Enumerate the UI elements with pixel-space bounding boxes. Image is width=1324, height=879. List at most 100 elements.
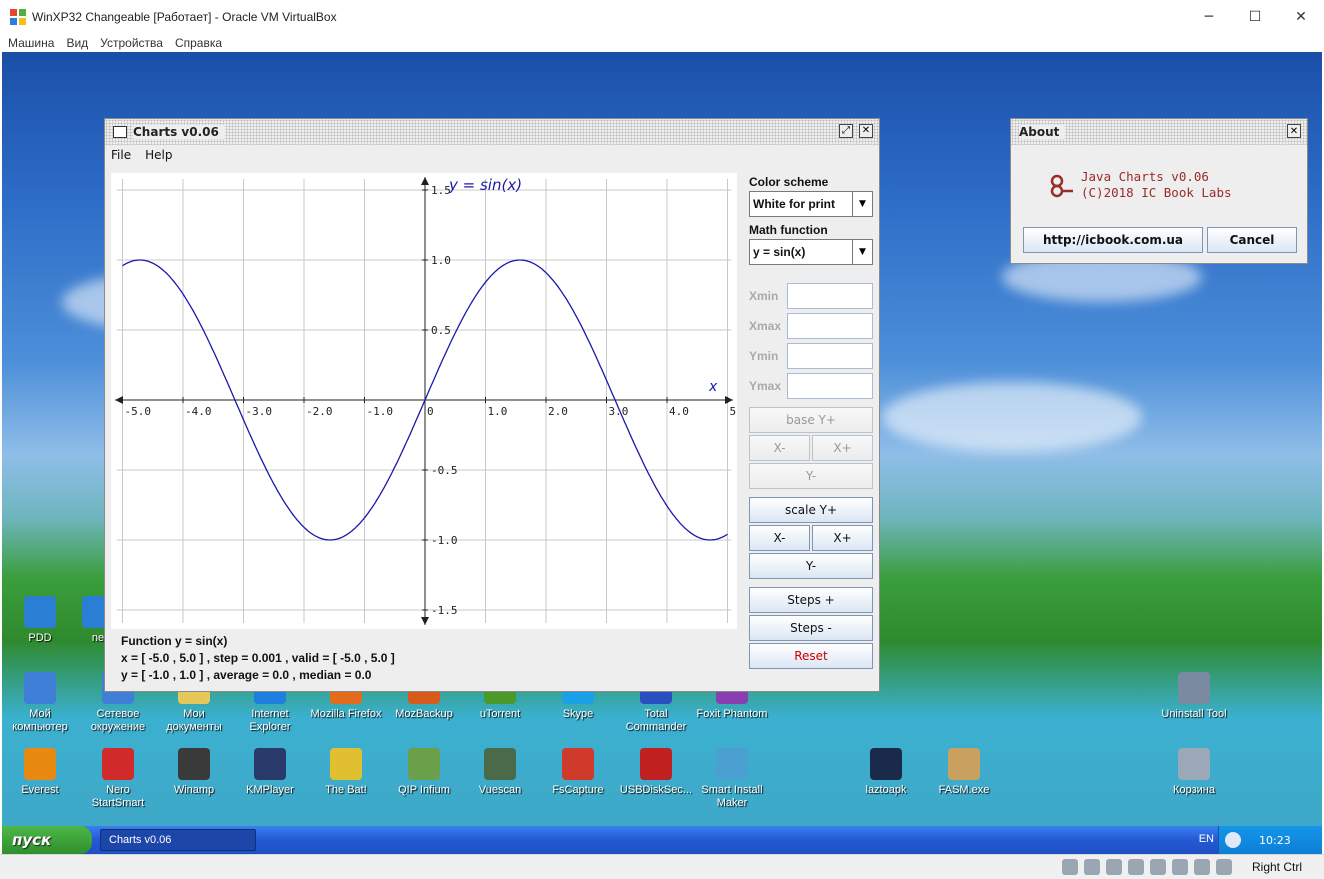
guest-desktop: PDD ne Мой компьютер Сетевое окружение Мои д… bbox=[2, 52, 1322, 826]
chevron-down-icon[interactable]: ▼ bbox=[852, 192, 872, 216]
url-button[interactable]: http://icbook.com.ua bbox=[1023, 227, 1203, 253]
xmin-input[interactable] bbox=[787, 283, 873, 309]
y-tick-label: -1.0 bbox=[431, 534, 458, 547]
desktop-icon-label: Everest bbox=[21, 784, 59, 796]
charts-titlebar[interactable]: Charts v0.06 ⤢ ✕ bbox=[105, 119, 879, 145]
close-button[interactable]: ✕ bbox=[1278, 0, 1324, 34]
color-scheme-value: White for print bbox=[753, 197, 835, 211]
language-indicator[interactable]: EN bbox=[1199, 833, 1214, 845]
menu-file[interactable]: File bbox=[111, 148, 131, 162]
scale-yplus-button[interactable]: scale Y+ bbox=[749, 497, 873, 523]
host-key-icon[interactable] bbox=[1216, 859, 1232, 875]
about-close-icon[interactable]: ✕ bbox=[1287, 124, 1301, 138]
menu-view[interactable]: Вид bbox=[66, 36, 88, 50]
x-axis-label: x bbox=[708, 379, 718, 395]
optical-drive-icon[interactable] bbox=[1084, 859, 1100, 875]
color-scheme-select[interactable]: White for print ▼ bbox=[749, 191, 873, 217]
menu-help-charts[interactable]: Help bbox=[145, 148, 172, 162]
scale-yminus-button[interactable]: Y- bbox=[749, 553, 873, 579]
desktop-icon-label: Мой компьютер bbox=[12, 708, 68, 733]
steps-minus-button[interactable]: Steps - bbox=[749, 615, 873, 641]
base-yplus-button[interactable]: base Y+ bbox=[749, 407, 873, 433]
display-icon[interactable] bbox=[1172, 859, 1188, 875]
x-tick-label: 0 bbox=[427, 405, 434, 418]
desktop-icon-the-bat[interactable]: The Bat! bbox=[308, 748, 384, 797]
y-tick-label: -1.5 bbox=[431, 604, 458, 617]
about-copyright: (C)2018 IC Book Labs bbox=[1081, 185, 1232, 200]
desktop-icon-label: Корзина bbox=[1173, 784, 1215, 796]
desktop-icon-usbdisksec[interactable]: USBDiskSec... bbox=[618, 748, 694, 797]
desktop-icon-fscapture[interactable]: FsCapture bbox=[540, 748, 616, 797]
desktop-icon-vuescan[interactable]: Vuescan bbox=[462, 748, 538, 797]
base-xminus-button[interactable]: X- bbox=[749, 435, 810, 461]
x-tick-label: 4.0 bbox=[669, 405, 689, 418]
x-axis-arrow-left bbox=[115, 396, 123, 404]
x-tick-label: -2.0 bbox=[306, 405, 333, 418]
menu-devices[interactable]: Устройства bbox=[100, 36, 163, 50]
charts-window: Charts v0.06 ⤢ ✕ File Help -5.0 -4.0 -3.0 -… bbox=[104, 118, 880, 692]
hdd-icon[interactable] bbox=[1062, 859, 1078, 875]
desktop-icon-label: QIP Infium bbox=[398, 784, 450, 796]
мой-компьютер-icon bbox=[24, 672, 56, 704]
desktop-icon-fasm-exe[interactable]: FASM.exe bbox=[926, 748, 1002, 797]
x-axis-arrow-right bbox=[725, 396, 733, 404]
desktop-icon-kmplayer[interactable]: KMPlayer bbox=[232, 748, 308, 797]
y-tick-label: 1.0 bbox=[431, 254, 451, 267]
desktop-icon-nero-startsmart[interactable]: Nero StartSmart bbox=[80, 748, 156, 810]
maximize-button[interactable]: ☐ bbox=[1232, 0, 1278, 34]
laztoapk-icon bbox=[870, 748, 902, 780]
chevron-down-icon[interactable]: ▼ bbox=[852, 240, 872, 264]
system-tray: 10:23 bbox=[1218, 826, 1322, 854]
everest-icon bbox=[24, 748, 56, 780]
menu-help[interactable]: Справка bbox=[175, 36, 222, 50]
shared-folder-icon[interactable] bbox=[1150, 859, 1166, 875]
mouse-integration-icon[interactable] bbox=[1194, 859, 1210, 875]
desktop-icon-label: Internet Explorer bbox=[249, 708, 291, 733]
minimize-button[interactable]: ─ bbox=[1186, 0, 1232, 34]
usb-icon[interactable] bbox=[1106, 859, 1122, 875]
the-bat-icon bbox=[330, 748, 362, 780]
taskbar-item-charts[interactable]: Charts v0.06 bbox=[100, 829, 256, 851]
tray-arrow-icon[interactable] bbox=[1225, 832, 1241, 848]
x-tick-label: 1.0 bbox=[488, 405, 508, 418]
y-tick-label: -0.5 bbox=[431, 464, 458, 477]
desktop-icon-корзина[interactable]: Корзина bbox=[1156, 748, 1232, 797]
desktop-icon-uninstall-tool[interactable]: Uninstall Tool bbox=[1156, 672, 1232, 721]
ymin-input[interactable] bbox=[787, 343, 873, 369]
host-key-label: Right Ctrl bbox=[1251, 860, 1302, 874]
desktop-icon-мой-компьютер[interactable]: Мой компьютер bbox=[2, 672, 78, 734]
desktop-icon-label: Foxit Phantom bbox=[696, 708, 768, 720]
math-function-select[interactable]: y = sin(x) ▼ bbox=[749, 239, 873, 265]
desktop-icon-label: Uninstall Tool bbox=[1161, 708, 1227, 720]
desktop-icon-winamp[interactable]: Winamp bbox=[156, 748, 232, 797]
info-y-range: y = [ -1.0 , 1.0 ] , average = 0.0 , med… bbox=[121, 668, 372, 682]
start-button[interactable]: пуск bbox=[2, 826, 92, 854]
desktop-icon-label: uTorrent bbox=[479, 708, 521, 720]
about-titlebar[interactable]: About ✕ bbox=[1011, 119, 1307, 145]
desktop-icon-everest[interactable]: Everest bbox=[2, 748, 78, 797]
desktop-icon-qip-infium[interactable]: QIP Infium bbox=[386, 748, 462, 797]
desktop-icon-label: The Bat! bbox=[325, 784, 367, 796]
desktop-icon-label: Мои документы bbox=[166, 708, 222, 733]
charts-close-icon[interactable]: ✕ bbox=[859, 124, 873, 138]
winamp-icon bbox=[178, 748, 210, 780]
taskbar-item-label: Charts v0.06 bbox=[109, 834, 172, 846]
reset-button[interactable]: Reset bbox=[749, 643, 873, 669]
restore-icon[interactable]: ⤢ bbox=[839, 124, 853, 138]
base-yminus-button[interactable]: Y- bbox=[749, 463, 873, 489]
xmax-input[interactable] bbox=[787, 313, 873, 339]
ymax-input[interactable] bbox=[787, 373, 873, 399]
menu-machine[interactable]: Машина bbox=[8, 36, 54, 50]
smart-install-maker-icon bbox=[716, 748, 748, 780]
desktop-icon-smart-install-maker[interactable]: Smart Install Maker bbox=[694, 748, 770, 810]
network-icon[interactable] bbox=[1128, 859, 1144, 875]
desktop-icon-label: Winamp bbox=[173, 784, 215, 796]
fasm-exe-icon bbox=[948, 748, 980, 780]
scale-xminus-button[interactable]: X- bbox=[749, 525, 810, 551]
cancel-button[interactable]: Cancel bbox=[1207, 227, 1297, 253]
desktop-icon-laztoapk[interactable]: laztoapk bbox=[848, 748, 924, 797]
x-tick-label: -5.0 bbox=[125, 405, 152, 418]
base-xplus-button[interactable]: X+ bbox=[812, 435, 873, 461]
scale-xplus-button[interactable]: X+ bbox=[812, 525, 873, 551]
steps-plus-button[interactable]: Steps + bbox=[749, 587, 873, 613]
